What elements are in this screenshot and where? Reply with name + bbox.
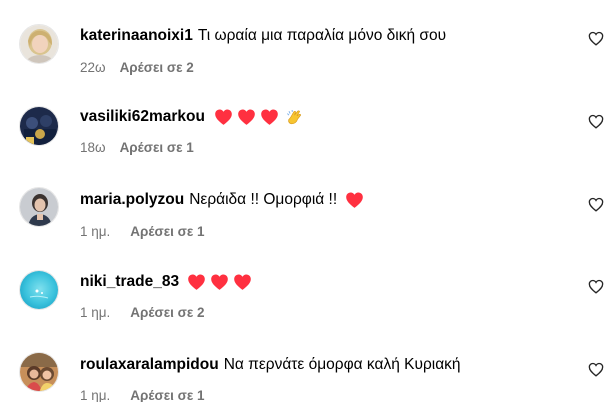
comment-item: maria.polyzou Νεράιδα !! Ομορφιά !! 1 ημ…	[0, 179, 615, 239]
username[interactable]: maria.polyzou	[80, 190, 184, 210]
like-button[interactable]	[584, 277, 608, 301]
comment-time: 1 ημ.	[80, 388, 111, 402]
likes-count[interactable]: Αρέσει σε 1	[130, 388, 204, 402]
red-heart-icon	[210, 273, 229, 291]
clapping-hands-icon	[285, 108, 304, 127]
comment-meta: 1 ημ. Αρέσει σε 1	[80, 224, 205, 240]
username[interactable]: katerinaanoixi1	[80, 26, 193, 46]
comment-time: 1 ημ.	[80, 224, 111, 239]
comment-time: 22ω	[80, 60, 106, 75]
comment-header: maria.polyzou Νεράιδα !! Ομορφιά !!	[80, 190, 364, 210]
comment-item: roulaxaralampidou Να περνάτε όμορφα καλή…	[0, 344, 615, 402]
comment-text: Να περνάτε όμορφα καλή Κυριακή	[223, 356, 461, 373]
red-heart-icon	[260, 108, 279, 126]
like-button[interactable]	[584, 112, 608, 136]
comment-item: katerinaanoixi1 Τι ωραία μια παραλία μόν…	[0, 14, 615, 76]
avatar[interactable]	[19, 352, 59, 392]
comment-header: roulaxaralampidou Να περνάτε όμορφα καλή…	[80, 355, 461, 375]
heart-outline-icon	[588, 114, 604, 134]
comment-item: vasiliki62markou 18ω Αρέσει σε 1	[0, 97, 615, 157]
red-heart-icon	[214, 108, 233, 126]
avatar[interactable]	[19, 270, 59, 310]
heart-outline-icon	[588, 279, 604, 299]
emoji-group	[345, 191, 364, 209]
comment-time: 1 ημ.	[80, 305, 111, 320]
comment-header: vasiliki62markou	[80, 107, 304, 127]
comment-meta: 1 ημ. Αρέσει σε 1	[80, 388, 205, 402]
avatar[interactable]	[19, 24, 59, 64]
comment-text: Νεράιδα !! Ομορφιά !!	[189, 191, 338, 208]
emoji-group	[214, 108, 304, 127]
comment-header: katerinaanoixi1 Τι ωραία μια παραλία μόν…	[80, 26, 446, 46]
comments-list: katerinaanoixi1 Τι ωραία μια παραλία μόν…	[0, 0, 615, 402]
avatar[interactable]	[19, 187, 59, 227]
red-heart-icon	[187, 273, 206, 291]
comment-meta: 22ω Αρέσει σε 2	[80, 60, 194, 76]
like-button[interactable]	[584, 195, 608, 219]
comment-meta: 18ω Αρέσει σε 1	[80, 140, 194, 156]
red-heart-icon	[233, 273, 252, 291]
likes-count[interactable]: Αρέσει σε 2	[130, 305, 204, 320]
emoji-group	[187, 273, 252, 291]
username[interactable]: vasiliki62markou	[80, 107, 205, 127]
likes-count[interactable]: Αρέσει σε 1	[130, 224, 204, 239]
like-button[interactable]	[584, 29, 608, 53]
avatar[interactable]	[19, 106, 59, 146]
username[interactable]: roulaxaralampidou	[80, 355, 219, 375]
comment-header: niki_trade_83	[80, 272, 252, 292]
like-button[interactable]	[584, 360, 608, 384]
comment-item: niki_trade_83 1 ημ. Αρέσει σε 2	[0, 262, 615, 322]
username[interactable]: niki_trade_83	[80, 272, 179, 292]
comment-meta: 1 ημ. Αρέσει σε 2	[80, 305, 205, 321]
comment-text: Τι ωραία μια παραλία μόνο δική σου	[197, 27, 447, 44]
red-heart-icon	[345, 191, 364, 209]
likes-count[interactable]: Αρέσει σε 1	[120, 140, 194, 155]
likes-count[interactable]: Αρέσει σε 2	[120, 60, 194, 75]
heart-outline-icon	[588, 197, 604, 217]
heart-outline-icon	[588, 362, 604, 382]
red-heart-icon	[237, 108, 256, 126]
heart-outline-icon	[588, 31, 604, 51]
comment-time: 18ω	[80, 140, 106, 155]
